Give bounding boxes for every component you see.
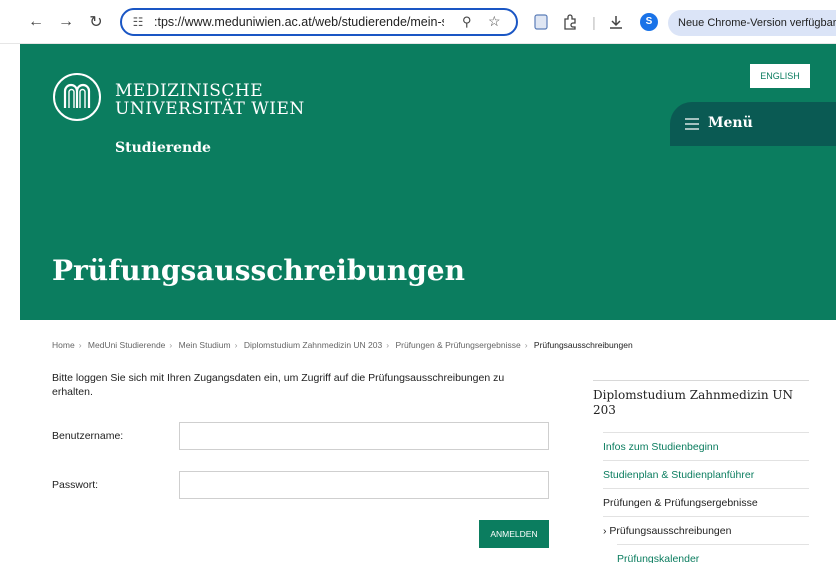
- breadcrumb-pruefungen[interactable]: Prüfungen & Prüfungsergebnisse: [395, 340, 520, 350]
- breadcrumb-mein-studium[interactable]: Mein Studium: [179, 340, 231, 350]
- chevron-right-icon: ›: [524, 340, 528, 350]
- document-icon[interactable]: [531, 12, 551, 32]
- menu-button[interactable]: Menü: [670, 102, 836, 146]
- breadcrumb: Home › MedUni Studierende › Mein Studium › …: [52, 340, 633, 350]
- sidebar-item-pruefungen[interactable]: Prüfungen & Prüfungsergebnisse: [603, 488, 809, 516]
- logo-line-1: MEDIZINISCHE: [115, 81, 264, 101]
- username-label: Benutzername:: [52, 430, 124, 442]
- sidebar-item-infos-studienbeginn[interactable]: Infos zum Studienbeginn: [603, 432, 809, 460]
- language-english-button[interactable]: ENGLISH: [750, 64, 810, 88]
- breadcrumb-home[interactable]: Home: [52, 340, 75, 350]
- profile-avatar[interactable]: S: [640, 13, 658, 31]
- university-name[interactable]: MEDIZINISCHE UNIVERSITÄT WIEN: [115, 82, 305, 118]
- password-input[interactable]: [179, 471, 549, 499]
- page-title: Prüfungsausschreibungen: [52, 254, 465, 287]
- logo-line-2: UNIVERSITÄT WIEN: [115, 99, 305, 119]
- sidebar-divider: [593, 380, 809, 381]
- back-icon[interactable]: ←: [26, 12, 46, 32]
- sidebar-item-label: Prüfungsausschreibungen: [609, 525, 732, 537]
- chevron-right-icon: ›: [386, 340, 390, 350]
- sidebar-item-pruefungskalender[interactable]: Prüfungskalender: [617, 544, 809, 563]
- chevron-right-icon: ›: [169, 340, 173, 350]
- chrome-update-button[interactable]: Neue Chrome-Version verfügbar: [668, 10, 836, 36]
- username-input[interactable]: [179, 422, 549, 450]
- university-logo-icon[interactable]: [52, 72, 102, 122]
- address-url[interactable]: :tps://www.meduniwien.ac.at/web/studiere…: [154, 15, 444, 29]
- sidebar-item-studienplan[interactable]: Studienplan & Studienplanführer: [603, 460, 809, 488]
- address-bar[interactable]: ☷ :tps://www.meduniwien.ac.at/web/studie…: [120, 8, 518, 36]
- chevron-right-icon: ›: [234, 340, 238, 350]
- password-label: Passwort:: [52, 479, 99, 491]
- breadcrumb-current: Prüfungsausschreibungen: [533, 340, 633, 350]
- section-subtitle[interactable]: Studierende: [115, 140, 211, 156]
- download-icon[interactable]: [606, 12, 626, 32]
- bookmark-star-icon[interactable]: ☆: [488, 13, 501, 30]
- sidebar-title[interactable]: Diplomstudium Zahnmedizin UN 203: [593, 388, 803, 418]
- menu-label: Menü: [708, 115, 753, 131]
- chevron-right-icon: ›: [603, 525, 607, 537]
- reload-icon[interactable]: ↻: [86, 12, 106, 32]
- toolbar-divider: |: [592, 14, 596, 30]
- login-intro-text: Bitte loggen Sie sich mit Ihren Zugangsd…: [52, 372, 505, 398]
- zoom-icon[interactable]: ⚲: [462, 14, 472, 30]
- browser-toolbar: ← → ↻ ☷ :tps://www.meduniwien.ac.at/web/…: [0, 0, 836, 44]
- site-settings-icon[interactable]: ☷: [130, 14, 146, 30]
- login-button[interactable]: ANMELDEN: [479, 520, 549, 548]
- breadcrumb-meduni-studierende[interactable]: MedUni Studierende: [88, 340, 166, 350]
- extensions-icon[interactable]: [560, 12, 580, 32]
- breadcrumb-diplomstudium[interactable]: Diplomstudium Zahnmedizin UN 203: [244, 340, 382, 350]
- sidebar-item-pruefungsausschreibungen[interactable]: › Prüfungsausschreibungen: [603, 516, 809, 544]
- chevron-right-icon: ›: [78, 340, 82, 350]
- hamburger-icon: [685, 118, 699, 130]
- forward-icon[interactable]: →: [56, 12, 76, 32]
- hero-banner: MEDIZINISCHE UNIVERSITÄT WIEN Studierend…: [20, 44, 836, 320]
